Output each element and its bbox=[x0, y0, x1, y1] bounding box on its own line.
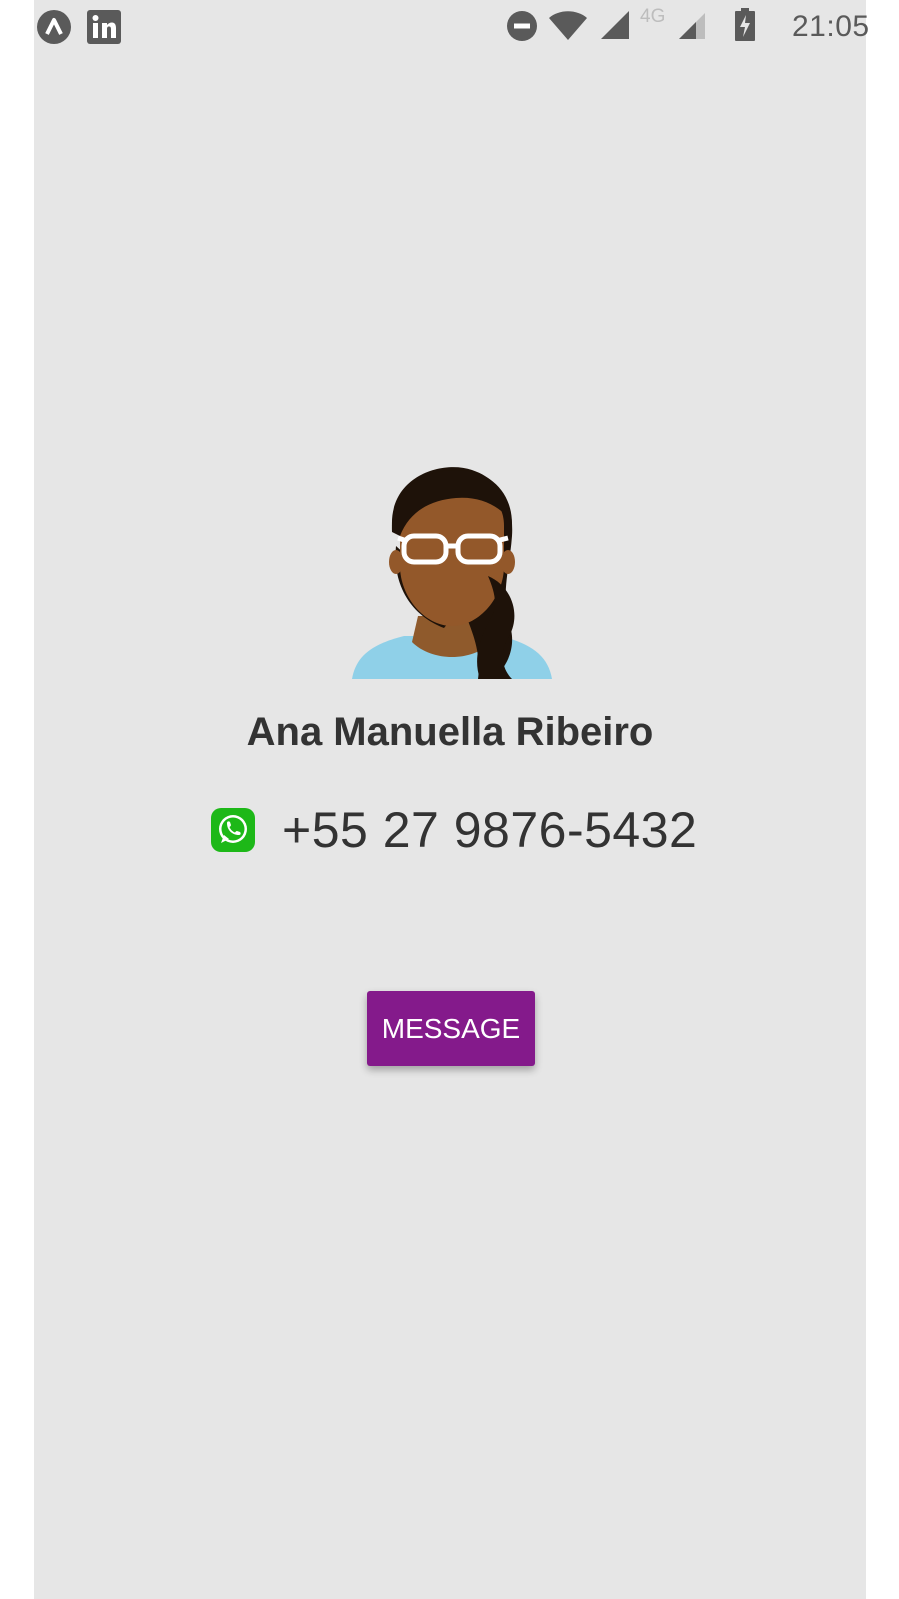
status-bar: 4G 21:05 bbox=[0, 0, 899, 52]
contact-phone: +55 27 9876-5432 bbox=[282, 802, 698, 858]
status-clock: 21:05 bbox=[792, 10, 870, 43]
phone-row[interactable]: +55 27 9876-5432 bbox=[210, 800, 697, 860]
battery-charging-icon bbox=[735, 8, 755, 41]
contact-avatar bbox=[352, 467, 552, 679]
signal-icon bbox=[601, 11, 629, 39]
whatsapp-icon bbox=[211, 808, 255, 852]
linkedin-icon bbox=[87, 10, 121, 44]
app-launcher-icon bbox=[37, 10, 71, 44]
network-type-label: 4G bbox=[640, 6, 666, 27]
do-not-disturb-icon bbox=[507, 11, 537, 41]
message-button[interactable]: MESSAGE bbox=[367, 991, 535, 1066]
contact-name: Ana Manuella Ribeiro bbox=[246, 710, 654, 754]
wifi-icon bbox=[549, 11, 587, 40]
signal-4g-icon bbox=[679, 13, 705, 39]
